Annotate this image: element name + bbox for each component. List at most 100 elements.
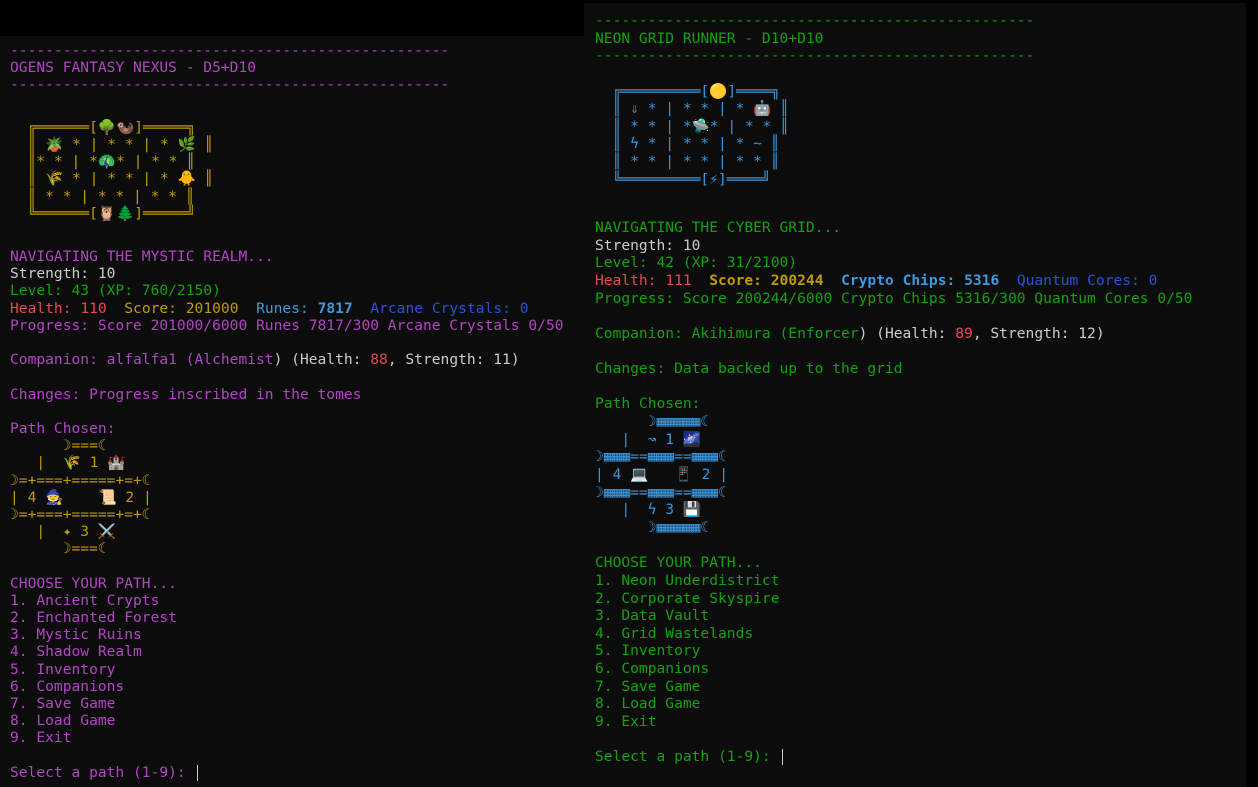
left-terminal-output: ----------------------------------------… — [10, 42, 564, 781]
menu-option-9[interactable]: 9. Exit — [10, 729, 564, 746]
path-row: | 🌾 1 🏰 — [10, 454, 126, 472]
left-terminal-window[interactable]: ----------------------------------------… — [0, 36, 584, 787]
menu-option-1[interactable]: 1. Ancient Crypts — [10, 592, 564, 609]
changes-line: Changes: Progress inscribed in the tomes — [10, 385, 362, 403]
health-label: Health: — [10, 299, 72, 317]
stats-line: Health: 110 Score: 201000 Runes: 7817 Ar… — [10, 300, 564, 317]
companion-line: Companion: Akihimura (Enforcer) (Health:… — [595, 325, 1192, 343]
choose-heading: CHOOSE YOUR PATH... — [10, 574, 177, 592]
path-row: ☽=+===+=====+=+☾ — [10, 505, 151, 523]
score-label: Score: — [709, 271, 762, 289]
text-cursor — [196, 764, 198, 781]
status-heading: NAVIGATING THE MYSTIC REALM... — [10, 248, 274, 266]
path-row: ☽=+===+=====+=+☾ — [10, 471, 151, 489]
path-row: | ϟ 3 💾 — [595, 501, 702, 519]
map-grid: ╔══════[🌳🦦]═════╗ ║ 🪴 * | * * | * 🌿 ║ ║*… — [10, 119, 564, 222]
companion-strength: , Strength: 12) — [972, 324, 1105, 342]
right-terminal-window[interactable]: ----------------------------------------… — [584, 3, 1246, 787]
path-row: | ↝ 1 🌌 — [595, 430, 702, 448]
map-row: ╔══════[🌳🦦]═════╗ — [10, 118, 196, 136]
strength-label: Strength: — [10, 265, 90, 283]
prompt-text: Select a path (1-9): — [595, 748, 780, 766]
menu-option-6[interactable]: 6. Companions — [10, 678, 564, 695]
menu-option-2[interactable]: 2. Corporate Skyspire — [595, 590, 1192, 608]
runes-label: Runes: — [256, 299, 309, 317]
game-title: OGENS FANTASY NEXUS - D5+D10 — [10, 59, 257, 77]
path-heading: Path Chosen: — [10, 419, 116, 437]
companion-strength: , Strength: 11) — [387, 351, 520, 369]
companion-paren: ) (Health: — [273, 351, 371, 369]
progress-line: Progress: Score 200244/6000 Crypto Chips… — [595, 289, 1193, 307]
map-row: ║* * | *🦚* | * * ║ — [10, 153, 196, 171]
game-title: NEON GRID RUNNER - D10+D10 — [595, 29, 824, 47]
companion-paren: ) (Health: — [858, 324, 956, 342]
companion-health: 88 — [370, 351, 388, 369]
path-row: ☽===☾ — [10, 437, 107, 455]
map-row: ╔═════════[🟡]════╗ — [595, 82, 781, 100]
health-value: 111 — [665, 271, 692, 289]
map-row: ╚══════[🦉🌲]═════╝ — [10, 204, 196, 222]
progress-line: Progress: Score 201000/6000 Runes 7817/3… — [10, 316, 564, 334]
menu-option-8[interactable]: 8. Load Game — [595, 695, 1192, 713]
score-label: Score: — [124, 299, 177, 317]
strength-value: 10 — [682, 236, 701, 254]
chips-label: Crypto Chips: — [841, 271, 956, 289]
path-row: ☽▦▦▦▦▦☾ — [595, 518, 710, 536]
path-row: ☽▦▦▦==▦▦▦==▦▦▦☾ — [595, 483, 727, 501]
map-row: ║ ϟ * | * * | * ~ ║ — [595, 135, 780, 153]
menu-option-2[interactable]: 2. Enchanted Forest — [10, 609, 564, 626]
separator-bottom: ----------------------------------------… — [10, 76, 450, 94]
cores-value: 0 — [1148, 271, 1158, 289]
crystals-label: Arcane Crystals: — [370, 299, 511, 317]
changes-line: Changes: Data backed up to the grid — [595, 360, 903, 378]
menu-option-1[interactable]: 1. Neon Underdistrict — [595, 572, 1192, 590]
chips-value: 5316 — [964, 271, 1000, 289]
separator-bottom: ----------------------------------------… — [595, 47, 1035, 65]
strength-label: Strength: — [595, 236, 675, 254]
health-value: 110 — [80, 299, 107, 317]
path-row: | 4 💻 📱 2 | — [595, 466, 728, 484]
prompt-text: Select a path (1-9): — [10, 763, 195, 781]
health-label: Health: — [595, 271, 657, 289]
separator-top: ----------------------------------------… — [10, 42, 450, 59]
map-row: ╚═════════[⚡]════╝ — [595, 170, 771, 188]
menu-option-7[interactable]: 7. Save Game — [10, 695, 564, 712]
menu-option-4[interactable]: 4. Grid Wastelands — [595, 625, 1192, 643]
map-row: ║ 🌾 * | * * | * 🐥 ║ — [10, 170, 214, 188]
path-row: | ✦ 3 ⚔️ — [10, 523, 117, 541]
score-value: 201000 — [185, 299, 239, 317]
menu-option-4[interactable]: 4. Shadow Realm — [10, 643, 564, 660]
map-grid: ╔═════════[🟡]════╗ ║ ⇓ * | * * | * 🤖 ║ ║… — [595, 83, 1192, 189]
menu-option-9[interactable]: 9. Exit — [595, 713, 1192, 731]
stats-line: Health: 111 Score: 200244 Crypto Chips: … — [595, 272, 1192, 290]
companion-name: Companion: alfalfa1 (Alchemist — [10, 351, 274, 369]
right-terminal-output: ----------------------------------------… — [595, 12, 1192, 766]
menu-option-7[interactable]: 7. Save Game — [595, 678, 1192, 696]
menu-option-3[interactable]: 3. Mystic Ruins — [10, 626, 564, 643]
cores-label: Quantum Cores: — [1016, 271, 1140, 289]
prompt-line[interactable]: Select a path (1-9): — [595, 748, 1192, 766]
level-line: Level: 43 (XP: 760/2150) — [10, 282, 221, 300]
menu-option-3[interactable]: 3. Data Vault — [595, 607, 1192, 625]
companion-health: 89 — [955, 324, 973, 342]
path-row: | 4 🧙 📜 2 | — [10, 488, 152, 506]
map-row: ║ * * | *🛸* | * * ║ — [595, 117, 789, 135]
status-heading: NAVIGATING THE CYBER GRID... — [595, 219, 842, 237]
map-row: ║ * * | * * | * * ║ — [10, 187, 195, 205]
prompt-line[interactable]: Select a path (1-9): — [10, 764, 564, 781]
path-heading: Path Chosen: — [595, 395, 701, 413]
path-row: ☽▦▦▦==▦▦▦==▦▦▦☾ — [595, 448, 727, 466]
runes-value: 7817 — [317, 299, 353, 317]
menu-option-8[interactable]: 8. Load Game — [10, 712, 564, 729]
path-diagram: ☽===☾ | 🌾 1 🏰 ☽=+===+=====+=+☾ | 4 🧙 📜 2… — [10, 437, 564, 557]
strength-value: 10 — [97, 265, 116, 283]
map-row: ║ * * | * * | * * ║ — [595, 153, 780, 171]
menu-option-5[interactable]: 5. Inventory — [10, 661, 564, 678]
map-row: ║ ⇓ * | * * | * 🤖 ║ — [595, 100, 789, 118]
strength-line: Strength: 10 — [595, 237, 1192, 255]
strength-line: Strength: 10 — [10, 265, 564, 282]
menu-option-6[interactable]: 6. Companions — [595, 660, 1192, 678]
choose-heading: CHOOSE YOUR PATH... — [595, 554, 762, 572]
menu-option-5[interactable]: 5. Inventory — [595, 642, 1192, 660]
score-value: 200244 — [770, 271, 824, 289]
